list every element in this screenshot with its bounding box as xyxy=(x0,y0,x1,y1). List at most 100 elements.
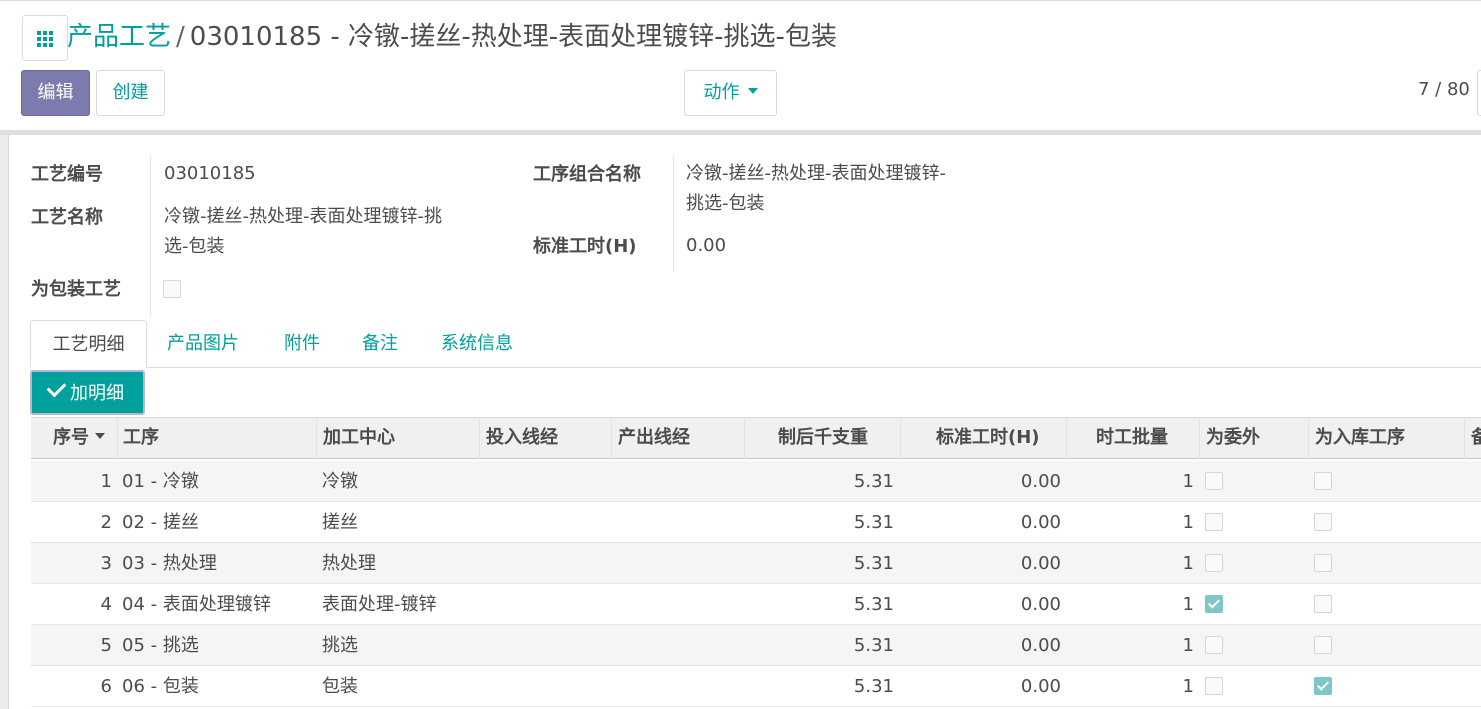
pager-previous-button[interactable] xyxy=(1477,70,1481,116)
row-work-center: 表面处理-镀锌 xyxy=(322,594,437,615)
tab-product-images[interactable]: 产品图片 xyxy=(167,320,239,368)
column-header-process[interactable]: 工序 xyxy=(123,417,159,459)
row-weight: 5.31 xyxy=(853,471,894,492)
std-hours-label: 标准工时(H) xyxy=(533,236,637,257)
column-separator xyxy=(316,417,317,459)
column-separator xyxy=(1464,417,1465,459)
row-outsourced-checkbox[interactable] xyxy=(1205,472,1223,490)
column-header-seq[interactable]: 序号 xyxy=(53,417,105,459)
row-weight: 5.31 xyxy=(853,594,894,615)
group-value-line-1: 冷镦-搓丝-热处理-表面处理镀锌- xyxy=(686,163,946,184)
column-header-remark[interactable]: 备 xyxy=(1471,417,1481,459)
column-header-work-center[interactable]: 加工中心 xyxy=(323,417,395,459)
group-value-line-2: 挑选-包装 xyxy=(686,193,765,214)
row-std-hours: 0.00 xyxy=(1020,594,1061,615)
action-label: 动作 xyxy=(703,82,740,103)
column-header-batch[interactable]: 时工批量 xyxy=(1096,417,1168,459)
name-value-line-2: 选-包装 xyxy=(164,236,225,257)
column-header-weight[interactable]: 制后千支重 xyxy=(778,417,868,459)
tab-process-detail[interactable]: 工艺明细 xyxy=(30,320,147,368)
row-process: 06 - 包装 xyxy=(122,676,199,697)
code-label: 工艺编号 xyxy=(31,164,103,185)
apps-grid-icon xyxy=(37,31,55,47)
tab-notes[interactable]: 备注 xyxy=(362,320,398,368)
row-storage-checkbox[interactable] xyxy=(1314,554,1332,572)
column-separator xyxy=(117,417,118,459)
row-batch: 1 xyxy=(1182,635,1194,656)
row-seq: 1 xyxy=(100,471,112,492)
name-value-line-1: 冷镦-搓丝-热处理-表面处理镀锌-挑 xyxy=(164,206,442,227)
column-header-storage[interactable]: 为入库工序 xyxy=(1315,417,1405,459)
row-seq: 2 xyxy=(100,512,112,533)
control-panel: 产品工艺/03010185 - 冷镦-搓丝-热处理-表面处理镀锌-挑选-包装 编… xyxy=(0,0,1481,132)
row-seq: 4 xyxy=(100,594,112,615)
sort-caret-icon xyxy=(95,433,105,439)
apps-menu-button[interactable] xyxy=(22,15,68,61)
edit-button[interactable]: 编辑 xyxy=(21,70,90,116)
packaging-checkbox[interactable] xyxy=(163,280,181,298)
row-seq: 6 xyxy=(100,676,112,697)
add-detail-button[interactable]: 加明细 xyxy=(30,370,145,415)
row-outsourced-checkbox[interactable] xyxy=(1205,636,1223,654)
row-work-center: 热处理 xyxy=(322,553,376,574)
breadcrumb-current: 03010185 - 冷镦-搓丝-热处理-表面处理镀锌-挑选-包装 xyxy=(189,22,837,52)
row-std-hours: 0.00 xyxy=(1020,635,1061,656)
row-batch: 1 xyxy=(1182,676,1194,697)
column-header-std-hours[interactable]: 标准工时(H) xyxy=(936,417,1040,459)
row-weight: 5.31 xyxy=(853,635,894,656)
tabs-underline xyxy=(30,367,1481,368)
row-storage-checkbox[interactable] xyxy=(1314,472,1332,490)
breadcrumb-parent-link[interactable]: 产品工艺 xyxy=(67,22,171,52)
column-separator xyxy=(900,417,901,459)
caret-down-icon xyxy=(747,88,758,94)
field-divider xyxy=(673,156,674,272)
packaging-label: 为包装工艺 xyxy=(31,279,121,300)
table-row[interactable] xyxy=(31,502,1481,543)
row-process: 02 - 搓丝 xyxy=(122,512,199,533)
row-outsourced-checkbox[interactable] xyxy=(1205,554,1223,572)
create-button[interactable]: 创建 xyxy=(96,70,165,116)
column-header-input-wire[interactable]: 投入线经 xyxy=(486,417,558,459)
row-storage-checkbox[interactable] xyxy=(1314,595,1332,613)
row-batch: 1 xyxy=(1182,594,1194,615)
column-header-output-wire[interactable]: 产出线经 xyxy=(618,417,690,459)
row-weight: 5.31 xyxy=(853,512,894,533)
row-storage-checkbox[interactable] xyxy=(1314,677,1332,695)
column-separator xyxy=(479,417,480,459)
action-dropdown-button[interactable]: 动作 xyxy=(684,70,777,116)
row-storage-checkbox[interactable] xyxy=(1314,513,1332,531)
std-hours-value: 0.00 xyxy=(686,235,727,256)
column-header-outsourced[interactable]: 为委外 xyxy=(1206,417,1260,459)
row-work-center: 搓丝 xyxy=(322,512,358,533)
breadcrumb-separator: / xyxy=(176,22,185,52)
row-work-center: 冷镦 xyxy=(322,471,358,492)
row-batch: 1 xyxy=(1182,512,1194,533)
table-row[interactable] xyxy=(31,461,1481,502)
row-process: 05 - 挑选 xyxy=(122,635,199,656)
tab-attachments[interactable]: 附件 xyxy=(284,320,320,368)
table-row[interactable] xyxy=(31,543,1481,584)
row-batch: 1 xyxy=(1182,471,1194,492)
table-row[interactable] xyxy=(31,625,1481,666)
row-process: 04 - 表面处理镀锌 xyxy=(122,594,271,615)
row-seq: 3 xyxy=(100,553,112,574)
check-icon xyxy=(46,377,67,398)
column-separator xyxy=(1066,417,1067,459)
row-work-center: 包装 xyxy=(322,676,358,697)
row-weight: 5.31 xyxy=(853,553,894,574)
field-divider xyxy=(150,156,151,316)
tab-system-info[interactable]: 系统信息 xyxy=(441,320,513,368)
row-batch: 1 xyxy=(1182,553,1194,574)
row-outsourced-checkbox[interactable] xyxy=(1205,677,1223,695)
row-process: 01 - 冷镦 xyxy=(122,471,199,492)
row-outsourced-checkbox[interactable] xyxy=(1205,595,1223,613)
column-header-label: 序号 xyxy=(53,427,89,448)
table-header xyxy=(31,417,1481,459)
row-weight: 5.31 xyxy=(853,676,894,697)
breadcrumb: 产品工艺/03010185 - 冷镦-搓丝-热处理-表面处理镀锌-挑选-包装 xyxy=(67,19,837,55)
row-outsourced-checkbox[interactable] xyxy=(1205,513,1223,531)
column-separator xyxy=(611,417,612,459)
row-storage-checkbox[interactable] xyxy=(1314,636,1332,654)
pager-value[interactable]: 7 / 80 xyxy=(1418,79,1470,100)
table-row[interactable] xyxy=(31,666,1481,707)
